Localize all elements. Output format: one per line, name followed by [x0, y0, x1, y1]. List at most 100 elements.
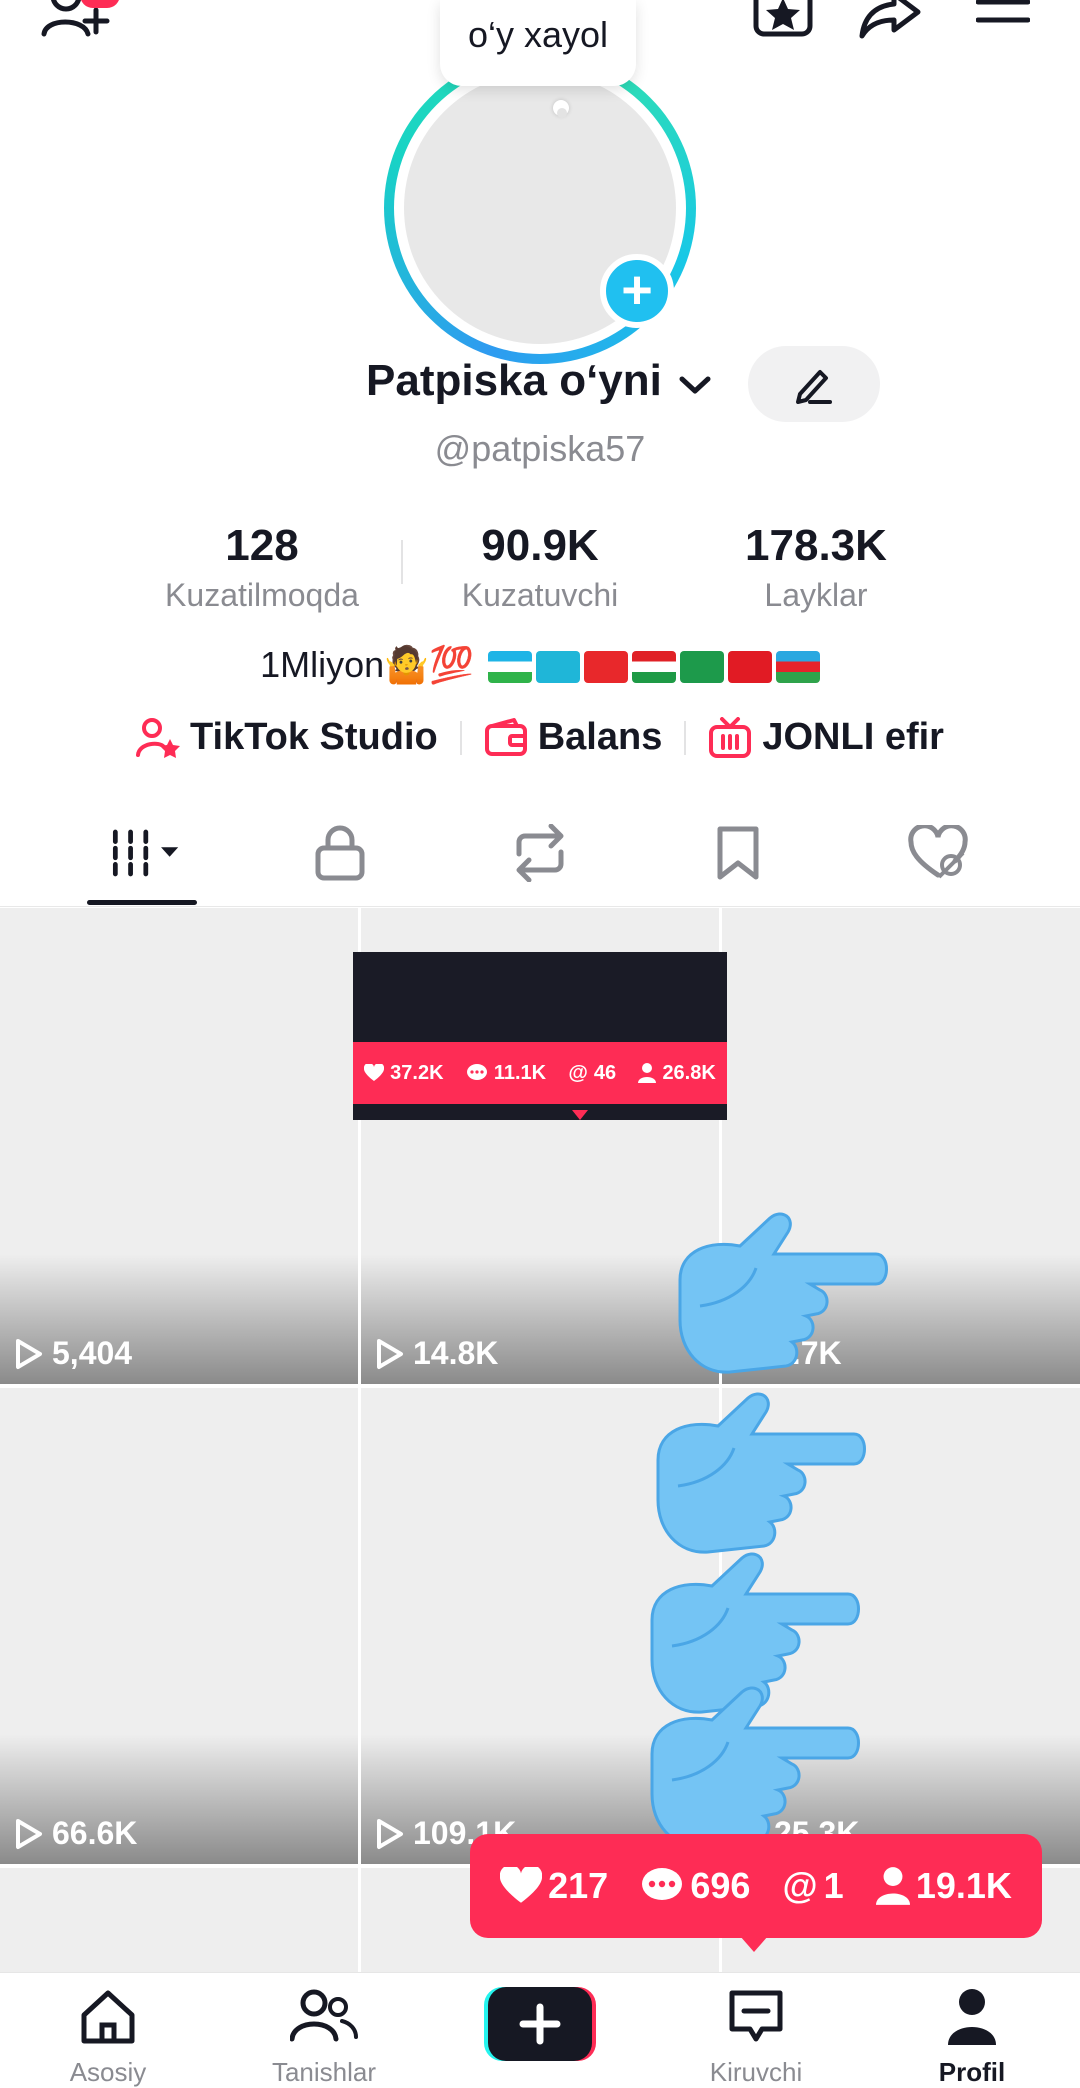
popup-followers: 26.8K [638, 1062, 716, 1085]
profile-icon [948, 1989, 996, 2045]
nav-friends[interactable]: Tanishlar [244, 1973, 404, 2087]
nav-home-label: Asosiy [69, 2057, 147, 2087]
share-arrow-icon[interactable] [858, 0, 922, 40]
popup-mentions: @46 [568, 1061, 617, 1084]
menu-icon[interactable] [976, 0, 1030, 36]
profile-name-row[interactable]: Patpiska o‘yni [366, 356, 712, 408]
repost-icon [516, 824, 564, 882]
create-plus-icon [484, 1987, 596, 2061]
stat-followers-value: 90.9K [481, 521, 599, 570]
live-tv-icon [709, 716, 752, 758]
favorite-star-icon[interactable] [752, 0, 814, 40]
person-icon [638, 1063, 657, 1083]
popup-comments: 696 [640, 1865, 750, 1907]
heart-icon [364, 1064, 385, 1081]
pencil-icon [796, 370, 832, 404]
popup-small-pointer [572, 1110, 588, 1120]
stat-following-label: Kuzatilmoqda [165, 577, 359, 613]
video-tile[interactable]: 5,404 [0, 908, 358, 1384]
stat-likes-label: Layklar [764, 577, 868, 613]
flag-azerbaijan-icon [775, 651, 820, 684]
live-label: JONLI efir [762, 716, 944, 758]
play-icon [377, 1338, 403, 1369]
profile-bio: 1Mliyon🤷💯 [0, 644, 1080, 686]
nav-inbox-label: Kiruvchi [709, 2057, 803, 2087]
stat-following[interactable]: 128 Kuzatilmoqda [132, 520, 392, 618]
pointing-hand-icon [648, 1390, 868, 1563]
content-tabs [0, 800, 1080, 907]
nav-inbox[interactable]: Kiruvchi [676, 1973, 836, 2087]
bio-flags [487, 651, 820, 684]
play-icon [16, 1338, 42, 1369]
liked-hidden-icon [908, 825, 968, 879]
tab-private[interactable] [300, 818, 380, 888]
video-views: 66.6K [14, 1815, 137, 1852]
add-story-button[interactable]: + [600, 254, 674, 328]
video-views: 14.8K [375, 1335, 498, 1372]
profile-links-row: TikTok Studio Balans JONLI efir [0, 716, 1080, 759]
create-button[interactable] [484, 1987, 596, 2061]
popup-followers: 19.1K [875, 1865, 1012, 1907]
balance-label: Balans [537, 716, 663, 758]
flag-kazakhstan-icon [535, 651, 580, 684]
link-separator [684, 720, 687, 755]
chevron-down-icon [678, 358, 712, 408]
heart-icon [500, 1867, 543, 1903]
popup-large-pointer [740, 1936, 768, 1952]
flag-kyrgyzstan-icon [583, 651, 628, 684]
video-tile[interactable] [0, 1868, 358, 1972]
stat-likes[interactable]: 178.3K Layklar [686, 520, 946, 618]
nav-profile-label: Profil [938, 2057, 1006, 2087]
tab-reposts[interactable] [500, 818, 580, 888]
link-separator [459, 720, 462, 755]
nav-home[interactable]: Asosiy [28, 1973, 188, 2087]
video-tile[interactable]: 66.6K [0, 1388, 358, 1864]
note-bubble-dot [557, 108, 567, 118]
note-bubble[interactable]: o‘y xayol [440, 0, 636, 86]
live-link[interactable]: JONLI efir [708, 716, 944, 759]
home-icon [81, 1990, 135, 2044]
lock-icon [315, 825, 365, 881]
popup-comments: 11.1K [466, 1062, 546, 1085]
bottom-navigation: Asosiy Tanishlar Kiruvchi Profil [0, 1972, 1080, 2087]
nav-friends-label: Tanishlar [271, 2057, 377, 2087]
nav-profile[interactable]: Profil [892, 1973, 1052, 2087]
stat-followers-label: Kuzatuvchi [461, 577, 619, 613]
bookmark-icon [717, 826, 759, 880]
inbox-icon [729, 1990, 783, 2042]
person-icon [875, 1867, 910, 1905]
pointing-hand-icon [642, 1684, 862, 1857]
person-star-icon [136, 717, 181, 758]
flag-turkmenistan-icon [679, 651, 724, 684]
play-icon [377, 1818, 403, 1849]
balance-link[interactable]: Balans [484, 716, 663, 759]
popup-mentions: @1 [782, 1865, 844, 1906]
comment-icon [466, 1064, 487, 1080]
wallet-icon [484, 717, 527, 756]
stat-followers[interactable]: 90.9K Kuzatuvchi [410, 520, 670, 618]
at-icon: @ [568, 1061, 588, 1084]
tiktok-studio-link[interactable]: TikTok Studio [136, 716, 438, 759]
tiktok-studio-label: TikTok Studio [190, 716, 438, 758]
flag-uzbekistan-icon [487, 651, 532, 684]
tab-videos[interactable] [102, 818, 182, 888]
flag-turkey-icon [727, 651, 772, 684]
friends-icon [290, 1989, 358, 2042]
stats-popup-small: 37.2K 11.1K @46 26.8K [353, 952, 727, 1120]
stat-following-value: 128 [225, 521, 299, 570]
tab-active-indicator [87, 900, 197, 905]
play-icon [16, 1818, 42, 1849]
grid-icon [112, 829, 179, 877]
pointing-hand-icon [670, 1210, 890, 1383]
note-text: o‘y xayol [467, 14, 609, 55]
tab-saved[interactable] [698, 818, 778, 888]
video-views: 5,404 [14, 1335, 132, 1372]
tab-liked[interactable] [898, 818, 978, 888]
comment-icon [642, 1868, 683, 1900]
bio-text: 1Mliyon🤷💯 [260, 644, 474, 685]
edit-profile-button[interactable] [748, 346, 880, 422]
stat-divider [401, 540, 403, 584]
stat-likes-value: 178.3K [745, 521, 887, 570]
flag-tajikistan-icon [631, 651, 676, 684]
popup-likes: 217 [500, 1865, 608, 1907]
